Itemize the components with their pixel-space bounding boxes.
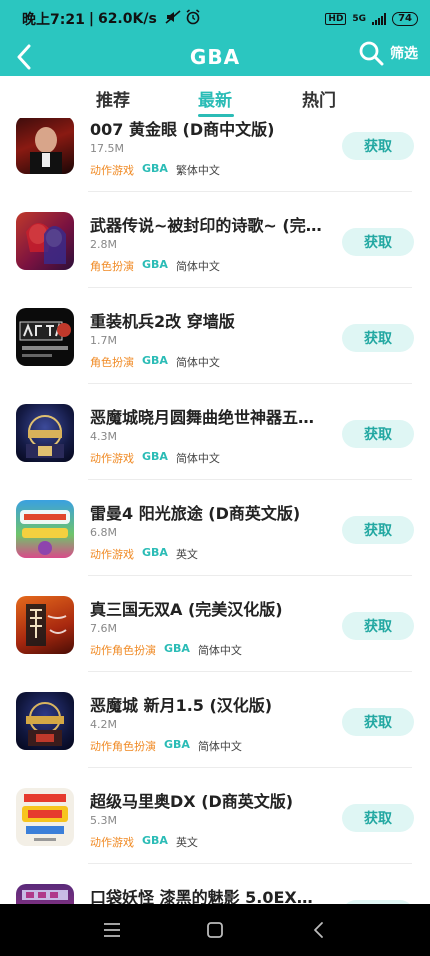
list-item[interactable]: 超级马里奥DX (D商英文版) 5.3M 动作游戏 GBA 英文 获取 <box>0 768 430 864</box>
game-size: 7.6M <box>90 622 117 635</box>
game-genre: 角色扮演 <box>90 356 134 369</box>
game-title: 雷曼4 阳光旅途 (D商英文版) <box>90 504 301 523</box>
filter-button[interactable]: 筛选 <box>358 40 418 66</box>
cover-castlevania2-icon <box>16 692 74 750</box>
game-platform: GBA <box>142 450 168 463</box>
system-navigation-bar <box>0 904 430 956</box>
game-platform: GBA <box>142 162 168 175</box>
game-platform: GBA <box>142 546 168 559</box>
game-genre: 动作游戏 <box>90 452 134 465</box>
home-button[interactable] <box>195 910 235 950</box>
cover-pokemon-icon <box>16 884 74 904</box>
game-language: 简体中文 <box>197 644 242 657</box>
cover-rayman-icon <box>16 500 74 558</box>
mute-icon <box>165 10 181 28</box>
status-network-speed: 62.0K/s <box>97 11 157 27</box>
game-title: 007 黄金眼 (D商中文版) <box>90 120 275 139</box>
game-language: 英文 <box>175 548 198 561</box>
cover-musou-icon <box>16 596 74 654</box>
list-item[interactable]: 007 黄金眼 (D商中文版) 17.5M 动作游戏 GBA 繁体中文 获取 <box>0 118 430 192</box>
game-title: 恶魔城 新月1.5 (汉化版) <box>90 696 273 715</box>
game-title: 重装机兵2改 穿墙版 <box>90 312 235 331</box>
get-button[interactable]: 获取 <box>342 804 414 832</box>
game-title: 口袋妖怪 漆黑的魅影 5.0EX… <box>90 888 313 904</box>
game-language: 简体中文 <box>197 740 242 753</box>
game-size: 1.7M <box>90 334 117 347</box>
game-title: 恶魔城晓月圆舞曲绝世神器五… <box>90 408 315 427</box>
get-button[interactable]: 获取 <box>342 324 414 352</box>
system-back-button[interactable] <box>298 910 338 950</box>
game-size: 4.2M <box>90 718 117 731</box>
game-genre: 动作角色扮演 <box>90 740 156 753</box>
game-title: 真三国无双A (完美汉化版) <box>90 600 283 619</box>
alarm-icon <box>185 9 201 29</box>
game-language: 繁体中文 <box>175 164 220 177</box>
game-genre: 动作角色扮演 <box>90 644 156 657</box>
game-genre: 角色扮演 <box>90 260 134 273</box>
app-header-bar: 晚上7:21 | 62.0K/s HD 5G 74 GBA 筛选 <box>0 0 430 76</box>
cover-castlevania-icon <box>16 404 74 462</box>
game-size: 5.3M <box>90 814 117 827</box>
battery-icon: 74 <box>392 12 418 26</box>
hd-indicator: HD <box>325 13 347 25</box>
cover-anime-icon <box>16 212 74 270</box>
game-genre: 动作游戏 <box>90 548 134 561</box>
game-language: 简体中文 <box>175 356 220 369</box>
game-genre: 动作游戏 <box>90 164 134 177</box>
game-language: 英文 <box>175 836 198 849</box>
get-button[interactable]: 获取 <box>342 420 414 448</box>
network-type: 5G <box>352 14 367 24</box>
list-item[interactable]: 口袋妖怪 漆黑的魅影 5.0EX… 获取 <box>0 864 430 904</box>
search-icon <box>359 41 384 66</box>
game-genre: 动作游戏 <box>90 836 134 849</box>
get-button[interactable]: 获取 <box>342 612 414 640</box>
game-list[interactable]: 007 黄金眼 (D商中文版) 17.5M 动作游戏 GBA 繁体中文 获取 武… <box>0 118 430 904</box>
game-size: 4.3M <box>90 430 117 443</box>
game-title: 超级马里奥DX (D商英文版) <box>90 792 294 811</box>
game-platform: GBA <box>164 738 190 751</box>
cover-metalmax-icon <box>16 308 74 366</box>
game-platform: GBA <box>142 258 168 271</box>
list-item[interactable]: 重装机兵2改 穿墙版 1.7M 角色扮演 GBA 简体中文 获取 <box>0 288 430 384</box>
list-item[interactable]: 雷曼4 阳光旅途 (D商英文版) 6.8M 动作游戏 GBA 英文 获取 <box>0 480 430 576</box>
chevron-left-icon <box>17 44 31 70</box>
menu-button[interactable] <box>92 910 132 950</box>
cover-007-icon <box>16 118 74 174</box>
get-button[interactable]: 获取 <box>342 228 414 256</box>
get-button[interactable]: 获取 <box>342 516 414 544</box>
list-item[interactable]: 武器传说~被封印的诗歌~ (完… 2.8M 角色扮演 GBA 简体中文 获取 <box>0 192 430 288</box>
list-item[interactable]: 真三国无双A (完美汉化版) 7.6M 动作角色扮演 GBA 简体中文 获取 <box>0 576 430 672</box>
tab-latest[interactable]: 最新 <box>198 86 232 111</box>
list-item[interactable]: 恶魔城 新月1.5 (汉化版) 4.2M 动作角色扮演 GBA 简体中文 获取 <box>0 672 430 768</box>
game-platform: GBA <box>142 354 168 367</box>
game-language: 简体中文 <box>175 260 220 273</box>
back-button[interactable] <box>10 40 38 74</box>
tab-popular[interactable]: 热门 <box>302 86 336 111</box>
game-platform: GBA <box>164 642 190 655</box>
status-bar: 晚上7:21 | 62.0K/s HD 5G 74 <box>0 0 430 38</box>
cover-mario-icon <box>16 788 74 846</box>
list-item[interactable]: 恶魔城晓月圆舞曲绝世神器五… 4.3M 动作游戏 GBA 简体中文 获取 <box>0 384 430 480</box>
game-language: 简体中文 <box>175 452 220 465</box>
filter-label: 筛选 <box>390 46 418 62</box>
tab-recommended[interactable]: 推荐 <box>96 86 130 111</box>
signal-icon <box>372 13 387 25</box>
get-button[interactable]: 获取 <box>342 708 414 736</box>
game-size: 6.8M <box>90 526 117 539</box>
get-button[interactable]: 获取 <box>342 132 414 160</box>
game-size: 17.5M <box>90 142 124 155</box>
game-size: 2.8M <box>90 238 117 251</box>
tab-bar: 推荐 最新 热门 <box>0 76 430 118</box>
game-platform: GBA <box>142 834 168 847</box>
active-tab-indicator <box>198 114 234 117</box>
status-time: 晚上7:21 <box>22 12 85 28</box>
back-triangle-icon <box>314 922 324 938</box>
game-title: 武器传说~被封印的诗歌~ (完… <box>90 216 322 235</box>
home-square-icon <box>207 922 223 938</box>
menu-icon <box>103 923 120 937</box>
